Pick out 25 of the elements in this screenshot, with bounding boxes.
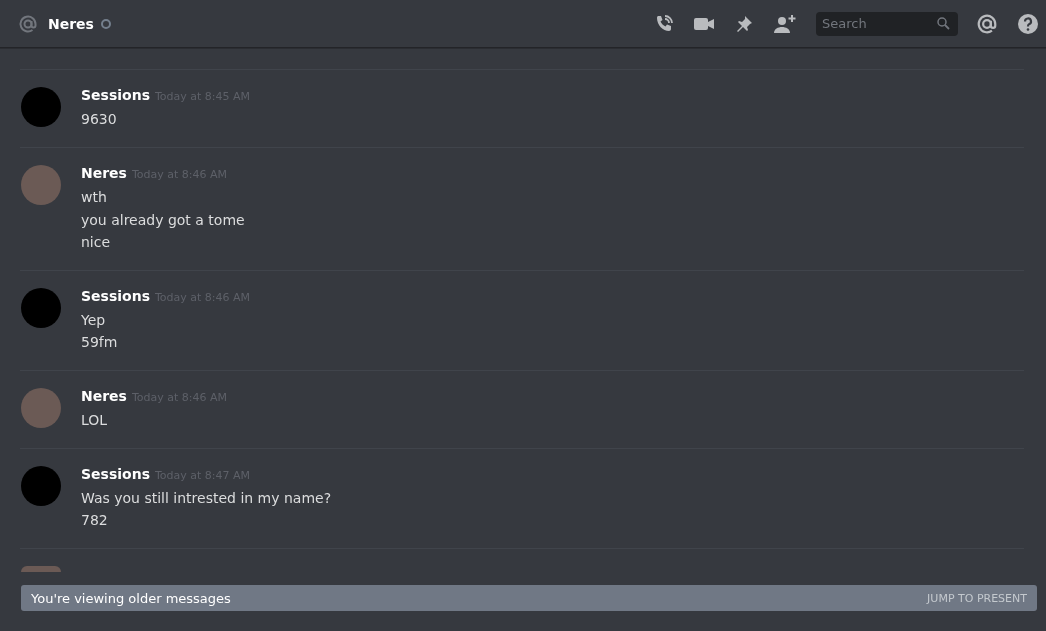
help-icon[interactable] [1017,12,1039,35]
username[interactable]: Sessions [81,287,150,304]
search-field[interactable]: Search [816,11,958,36]
message-text: wth [81,188,108,207]
mention-icon[interactable] [976,12,998,35]
username[interactable]: Sessions [81,87,150,103]
message-text: Was you still intrested in my name? [81,488,332,508]
username[interactable]: Neres [81,165,127,181]
message-text: LOL [81,410,109,430]
message-text: you already got a tome [81,210,245,230]
search-icon [937,17,950,30]
at-sign-icon [18,13,38,34]
message-text: 782 [81,511,109,530]
username[interactable]: Sessions [81,465,150,482]
message-text: 59fm [81,333,119,352]
username[interactable]: Neres [81,387,127,404]
channel-name: Neres [48,15,94,32]
phone-call-icon[interactable] [654,13,674,34]
banner-text: You're viewing older messages [31,590,231,606]
message-text: Yep [81,310,107,330]
message-text: nice [81,233,112,252]
add-user-icon[interactable] [773,13,797,34]
message-text: 9630 [81,110,118,129]
search-input[interactable]: Search [822,16,937,31]
video-camera-icon[interactable] [693,15,715,32]
